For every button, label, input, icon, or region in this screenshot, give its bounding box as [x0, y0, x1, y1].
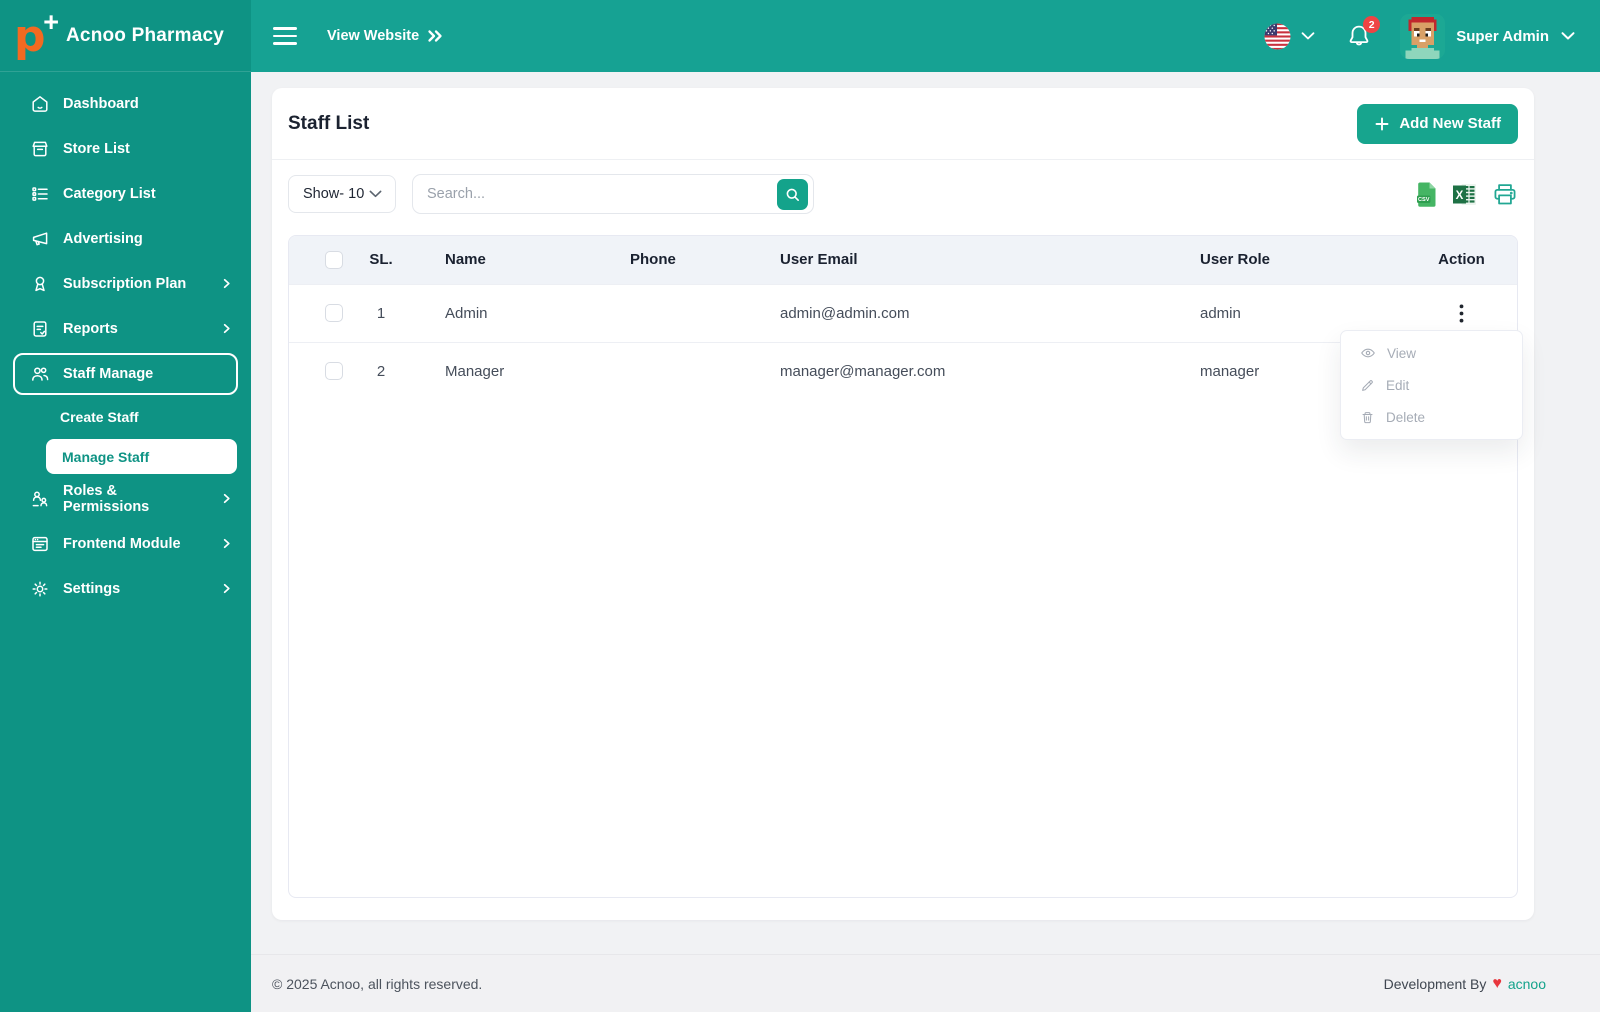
- footer: © 2025 Acnoo, all rights reserved. Devel…: [251, 954, 1600, 1012]
- sidebar-item-reports[interactable]: Reports: [0, 306, 251, 351]
- row-actions-kebab-icon[interactable]: [1451, 300, 1472, 327]
- action-edit[interactable]: Edit: [1341, 369, 1522, 401]
- cell-name: Admin: [421, 284, 606, 342]
- svg-text:CSV: CSV: [1418, 197, 1430, 203]
- megaphone-icon: [30, 229, 50, 249]
- sidebar-item-dashboard[interactable]: Dashboard: [0, 81, 251, 126]
- chevron-right-icon: [220, 277, 233, 290]
- cell-phone: [606, 284, 756, 342]
- col-header-action: Action: [1406, 236, 1517, 284]
- add-new-staff-button[interactable]: Add New Staff: [1357, 104, 1518, 144]
- col-header-phone: Phone: [606, 236, 756, 284]
- search-box: [412, 174, 814, 214]
- staff-list-card: Staff List Add New Staff Show- 10: [272, 88, 1534, 920]
- medal-icon: [30, 274, 50, 294]
- staff-users-icon: [30, 364, 50, 384]
- chevron-down-icon: [368, 189, 383, 199]
- copyright-text: © 2025 Acnoo, all rights reserved.: [272, 976, 482, 992]
- user-name: Super Admin: [1456, 28, 1549, 45]
- hamburger-menu-icon[interactable]: [271, 23, 299, 49]
- print-icon[interactable]: [1492, 182, 1518, 206]
- sidebar-item-subscription-plan[interactable]: Subscription Plan: [0, 261, 251, 306]
- cell-email: admin@admin.com: [756, 284, 1176, 342]
- chevron-down-icon: [1560, 31, 1576, 41]
- cell-sl: 2: [341, 342, 421, 400]
- category-list-icon: [30, 184, 50, 204]
- chevron-right-icon: [220, 537, 233, 550]
- browser-window-icon: [30, 534, 50, 554]
- chevron-right-icon: [220, 492, 233, 505]
- brand-logo-icon: p +: [14, 11, 56, 61]
- brand: p + Acnoo Pharmacy: [0, 0, 251, 72]
- view-website-link[interactable]: View Website: [327, 28, 444, 44]
- notifications-button[interactable]: 2: [1346, 23, 1372, 49]
- table-row: 1 Admin admin@admin.com admin: [289, 284, 1517, 342]
- cell-sl: 1: [341, 284, 421, 342]
- language-selector[interactable]: [1264, 23, 1316, 50]
- store-icon: [30, 139, 50, 159]
- user-menu[interactable]: Super Admin: [1400, 14, 1576, 59]
- search-input[interactable]: [427, 186, 777, 202]
- trash-icon: [1360, 410, 1375, 425]
- dashboard-icon: [30, 94, 50, 114]
- sidebar-item-store-list[interactable]: Store List: [0, 126, 251, 171]
- developer-link[interactable]: acnoo: [1508, 976, 1546, 992]
- col-header-role: User Role: [1176, 236, 1406, 284]
- brand-name: Acnoo Pharmacy: [66, 25, 224, 47]
- report-icon: [30, 319, 50, 339]
- table-row: 2 Manager manager@manager.com manager: [289, 342, 1517, 400]
- sidebar-subitem-manage-staff[interactable]: Manage Staff: [46, 439, 237, 474]
- staff-table: SL. Name Phone User Email User Role Acti…: [288, 235, 1518, 898]
- table-controls: Show- 10 CSV: [272, 160, 1534, 214]
- export-excel-icon[interactable]: X: [1453, 183, 1477, 206]
- eye-icon: [1360, 345, 1376, 361]
- notification-badge: 2: [1363, 16, 1380, 33]
- cell-name: Manager: [421, 342, 606, 400]
- avatar: [1400, 14, 1445, 59]
- row-actions-dropdown: View Edit Delete: [1340, 330, 1523, 440]
- content-area: Staff List Add New Staff Show- 10: [251, 72, 1600, 954]
- sidebar-item-roles-permissions[interactable]: Roles & Permissions: [0, 476, 251, 521]
- cell-email: manager@manager.com: [756, 342, 1176, 400]
- gear-icon: [30, 579, 50, 599]
- plus-icon: [1374, 116, 1390, 132]
- chevron-down-icon: [1300, 31, 1316, 41]
- cell-phone: [606, 342, 756, 400]
- action-view[interactable]: View: [1341, 337, 1522, 369]
- us-flag-icon: [1264, 23, 1291, 50]
- card-header: Staff List Add New Staff: [272, 88, 1534, 160]
- topbar: View Website 2: [251, 0, 1600, 72]
- export-csv-icon[interactable]: CSV: [1416, 181, 1438, 208]
- heart-icon: ♥: [1492, 976, 1502, 992]
- search-button[interactable]: [777, 179, 808, 210]
- page-title: Staff List: [288, 113, 369, 135]
- footer-credit: Development By ♥ acnoo: [1384, 976, 1546, 992]
- roles-permissions-icon: [30, 489, 50, 509]
- sidebar-item-settings[interactable]: Settings: [0, 566, 251, 611]
- export-buttons: CSV X: [1416, 181, 1518, 208]
- svg-text:X: X: [1456, 190, 1464, 202]
- col-header-sl: SL.: [341, 236, 421, 284]
- show-entries-select[interactable]: Show- 10: [288, 175, 396, 213]
- col-header-name: Name: [421, 236, 606, 284]
- sidebar: p + Acnoo Pharmacy Dashboard Store List …: [0, 0, 251, 1012]
- sidebar-subitem-create-staff[interactable]: Create Staff: [0, 397, 251, 437]
- sidebar-nav: Dashboard Store List Category List Adver…: [0, 72, 251, 1012]
- topbar-right: 2 Super Admin: [1264, 14, 1576, 59]
- double-chevron-right-icon: [427, 29, 444, 43]
- sidebar-item-staff-manage[interactable]: Staff Manage: [13, 353, 238, 395]
- table-header-row: SL. Name Phone User Email User Role Acti…: [289, 236, 1517, 284]
- chevron-right-icon: [220, 322, 233, 335]
- search-icon: [784, 186, 801, 203]
- sidebar-item-frontend-module[interactable]: Frontend Module: [0, 521, 251, 566]
- col-header-email: User Email: [756, 236, 1176, 284]
- chevron-right-icon: [220, 582, 233, 595]
- sidebar-item-advertising[interactable]: Advertising: [0, 216, 251, 261]
- sidebar-item-category-list[interactable]: Category List: [0, 171, 251, 216]
- action-delete[interactable]: Delete: [1341, 401, 1522, 433]
- pencil-icon: [1360, 378, 1375, 393]
